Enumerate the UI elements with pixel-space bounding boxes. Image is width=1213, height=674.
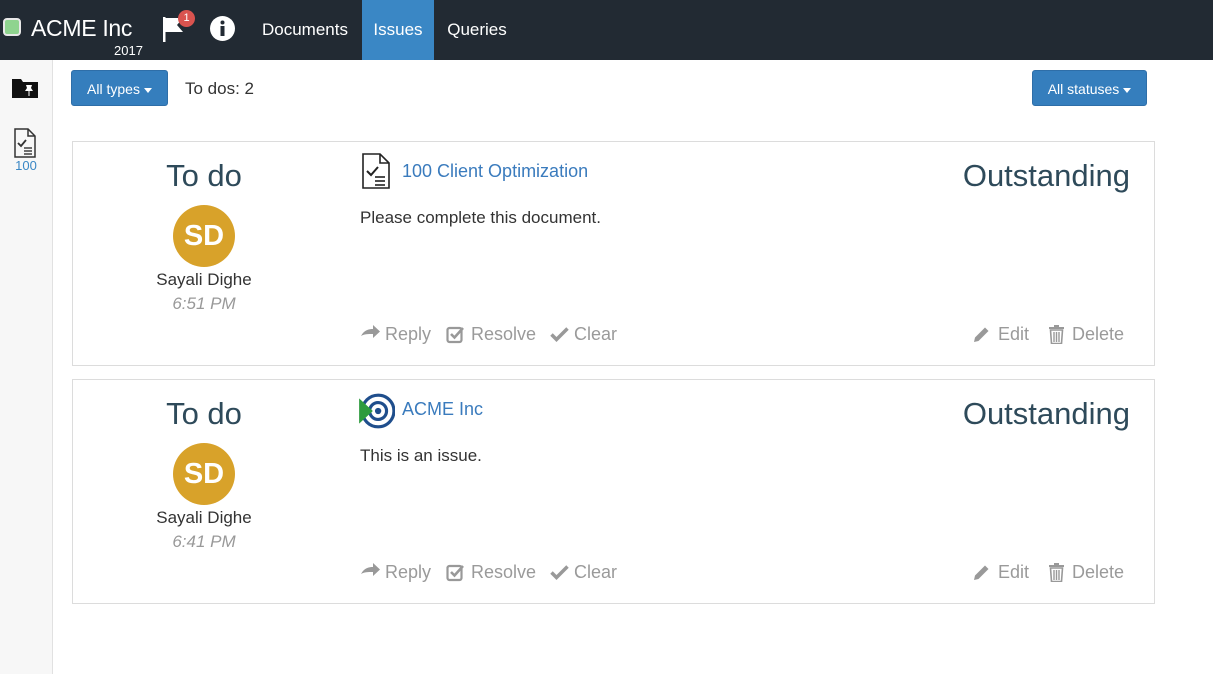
document-link[interactable]: 100 Client Optimization <box>402 161 588 182</box>
trash-icon <box>1049 563 1064 582</box>
delete-label: Delete <box>1072 562 1125 582</box>
edit-label: Edit <box>998 324 1030 344</box>
check-square-icon <box>446 564 464 582</box>
engagement-year: 2017 <box>114 43 143 58</box>
document-check-icon[interactable] <box>13 128 37 158</box>
delete-label: Delete <box>1072 324 1125 344</box>
reply-label: Reply <box>385 562 432 582</box>
client-name[interactable]: ACME Inc <box>31 15 132 42</box>
notification-badge: 1 <box>178 10 195 27</box>
clear-label: Clear <box>574 324 618 344</box>
pinned-folder-icon[interactable] <box>12 76 38 100</box>
tab-issues[interactable]: Issues <box>362 0 434 60</box>
sidebar: 100 <box>0 60 53 674</box>
client-status-indicator <box>3 18 21 36</box>
avatar: SD <box>173 443 235 505</box>
caret-down-icon <box>143 87 152 93</box>
resolve-label: Resolve <box>471 324 537 344</box>
client-link[interactable]: ACME Inc <box>402 399 483 420</box>
issue-message: Please complete this document. <box>360 208 601 227</box>
info-icon[interactable] <box>210 16 235 41</box>
reply-label: Reply <box>385 324 432 344</box>
types-filter-label: All types <box>87 81 140 97</box>
issue-card: To do SD Sayali Dighe 6:41 PM ACME Inc T… <box>72 379 1155 604</box>
pencil-icon <box>974 327 989 342</box>
avatar: SD <box>173 205 235 267</box>
reply-arrow-icon <box>361 563 380 576</box>
reply-arrow-icon <box>361 325 380 338</box>
clear-label: Clear <box>574 562 618 582</box>
check-icon <box>550 565 569 580</box>
check-square-icon <box>446 326 464 344</box>
resolve-label: Resolve <box>471 562 537 582</box>
pencil-icon <box>974 565 989 580</box>
issue-time: 6:51 PM <box>172 294 236 313</box>
status-filter-label: All statuses <box>1047 81 1120 97</box>
tab-queries[interactable]: Queries <box>436 0 518 60</box>
issue-message: This is an issue. <box>360 446 482 465</box>
issue-author: Sayali Dighe <box>156 508 252 527</box>
issue-type: To do <box>166 396 242 431</box>
status-filter-dropdown[interactable]: All statuses <box>1032 70 1147 106</box>
issue-author: Sayali Dighe <box>156 270 252 289</box>
trash-icon <box>1049 325 1064 344</box>
types-filter-dropdown[interactable]: All types <box>71 70 168 106</box>
check-icon <box>550 327 569 342</box>
issue-status: Outstanding <box>962 158 1130 193</box>
top-navbar: ACME Inc 2017 1 Documents Issues Queries <box>0 0 1213 60</box>
issue-status: Outstanding <box>962 396 1130 431</box>
caret-down-icon <box>1123 87 1132 93</box>
edit-label: Edit <box>998 562 1030 582</box>
document-count[interactable]: 100 <box>0 158 52 173</box>
document-check-icon <box>362 153 390 189</box>
issue-card: To do SD Sayali Dighe 6:51 PM 100 Client… <box>72 141 1155 366</box>
issue-time: 6:41 PM <box>172 532 236 551</box>
client-logo-icon <box>359 393 395 429</box>
todo-count: To dos: 2 <box>185 79 254 98</box>
issue-type: To do <box>166 158 242 193</box>
tab-documents[interactable]: Documents <box>250 0 360 60</box>
